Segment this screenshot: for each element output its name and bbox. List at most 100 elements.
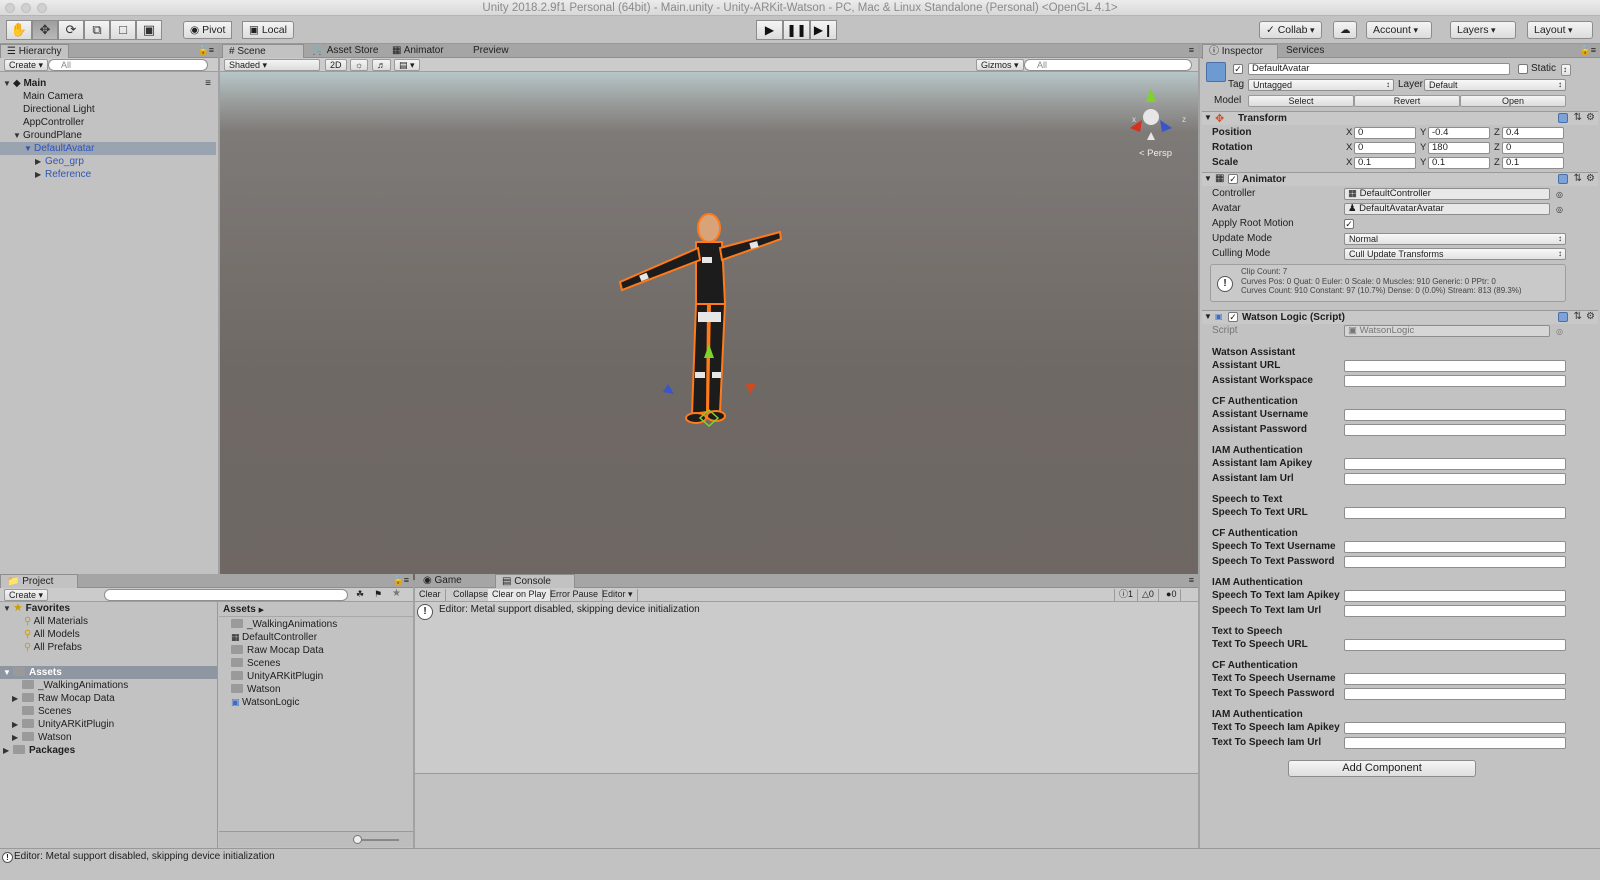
hierarchy-item-groundplane[interactable]: ▼ GroundPlane xyxy=(13,129,82,142)
tab-game[interactable]: ◉ Game xyxy=(417,574,495,588)
tab-scene[interactable]: # Scene xyxy=(222,44,304,59)
favorites-header[interactable]: ▼ ★ Favorites xyxy=(3,602,70,615)
apply-root-motion-checkbox[interactable]: ✓ xyxy=(1344,219,1354,229)
console-error-pause-toggle[interactable]: Error Pause xyxy=(546,589,604,601)
watson-enabled-checkbox[interactable]: ✓ xyxy=(1228,312,1238,322)
tree-raw-mocap-data[interactable]: ▶ Raw Mocap Data xyxy=(12,692,115,705)
shading-mode-dropdown[interactable]: Shaded xyxy=(224,59,320,71)
tab-project[interactable]: 📁 Project xyxy=(0,574,78,589)
close-window-button[interactable] xyxy=(5,3,15,13)
transform-scale-x-field[interactable]: 0.1 xyxy=(1354,157,1416,169)
text-input[interactable] xyxy=(1344,673,1566,685)
scene-search-input[interactable]: All xyxy=(1024,59,1192,71)
text-input[interactable] xyxy=(1344,409,1566,421)
asset-breadcrumb[interactable]: Assets ▶ xyxy=(223,603,264,616)
axis-z-label[interactable]: Z xyxy=(1494,127,1500,139)
text-input[interactable] xyxy=(1344,473,1566,485)
assets-root[interactable]: ▼ Assets xyxy=(0,666,217,679)
favorite-all-materials[interactable]: ⚲ All Materials xyxy=(24,615,88,628)
hierarchy-item-defaultavatar[interactable]: ▼ DefaultAvatar xyxy=(0,142,216,155)
text-input[interactable] xyxy=(1344,507,1566,519)
hierarchy-item-directional-light[interactable]: Directional Light xyxy=(23,103,95,116)
help-icon[interactable] xyxy=(1558,113,1568,123)
console-clear-on-play-toggle[interactable]: Clear on Play xyxy=(488,589,552,601)
model-revert-button[interactable]: Revert xyxy=(1354,95,1460,107)
text-input[interactable] xyxy=(1344,556,1566,568)
avatar-field[interactable]: ♟ DefaultAvatarAvatar xyxy=(1344,203,1550,215)
console-warning-count[interactable]: △0 xyxy=(1138,589,1159,601)
culling-mode-dropdown[interactable]: Cull Update Transforms xyxy=(1344,248,1566,260)
tree-scenes[interactable]: Scenes xyxy=(22,705,71,718)
text-input[interactable] xyxy=(1344,458,1566,470)
update-mode-dropdown[interactable]: Normal xyxy=(1344,233,1566,245)
hand-tool-icon[interactable]: ✋ xyxy=(6,20,32,40)
static-dropdown[interactable] xyxy=(1561,64,1571,76)
rect-tool-icon[interactable]: □ xyxy=(110,20,136,40)
collab-dropdown[interactable]: ✓ Collab xyxy=(1259,21,1322,39)
hierarchy-item-appcontroller[interactable]: AppController xyxy=(23,116,84,129)
axis-y-label[interactable]: Y xyxy=(1420,127,1426,139)
hierarchy-create-button[interactable]: Create xyxy=(4,59,49,71)
pivot-toggle[interactable]: ◉ Pivot xyxy=(183,21,233,39)
axis-z-label[interactable]: Z xyxy=(1494,142,1500,154)
asset-default-controller[interactable]: ▦ DefaultController xyxy=(231,631,317,644)
transform-rotation-x-field[interactable]: 0 xyxy=(1354,142,1416,154)
toggle-2d-button[interactable]: 2D xyxy=(325,59,347,71)
watson-logic-header[interactable]: ▼ ▣ ✓ Watson Logic (Script) ⇅ ⚙ xyxy=(1202,310,1598,324)
effects-toggle-icon[interactable]: ▤ xyxy=(394,59,420,71)
model-open-button[interactable]: Open xyxy=(1460,95,1566,107)
text-input[interactable] xyxy=(1344,590,1566,602)
scene-menu-icon[interactable]: ≡ xyxy=(205,77,211,90)
hierarchy-item-geo-grp[interactable]: ▶ Geo_grp xyxy=(35,155,84,168)
transform-tool-icon[interactable]: ▣ xyxy=(136,20,162,40)
axis-z-label[interactable]: Z xyxy=(1494,157,1500,169)
icon-size-slider-thumb[interactable] xyxy=(353,835,362,844)
active-checkbox[interactable]: ✓ xyxy=(1233,64,1243,74)
transform-header[interactable]: ▼ ✥ Transform ⇅ ⚙ xyxy=(1202,111,1598,125)
asset-watson[interactable]: Watson xyxy=(231,683,281,696)
help-icon[interactable] xyxy=(1558,312,1568,322)
layer-dropdown[interactable]: Default xyxy=(1424,79,1566,91)
console-log-count[interactable]: ⓘ1 xyxy=(1114,589,1139,601)
zoom-window-button[interactable] xyxy=(37,3,47,13)
local-toggle[interactable]: ▣ Local xyxy=(242,21,294,39)
preset-icon[interactable]: ⇅ xyxy=(1574,113,1582,123)
transform-position-y-field[interactable]: -0.4 xyxy=(1428,127,1490,139)
console-editor-dropdown[interactable]: Editor xyxy=(598,589,638,601)
text-input[interactable] xyxy=(1344,605,1566,617)
tree-walking-animations[interactable]: _WalkingAnimations xyxy=(22,679,128,692)
panel-menu-icon[interactable]: 🔒≡ xyxy=(198,45,214,56)
favorite-all-prefabs[interactable]: ⚲ All Prefabs xyxy=(24,641,82,654)
panel-menu-icon[interactable]: 🔒≡ xyxy=(393,575,409,586)
transform-scale-z-field[interactable]: 0.1 xyxy=(1502,157,1564,169)
transform-scale-y-field[interactable]: 0.1 xyxy=(1428,157,1490,169)
cloud-icon[interactable]: ☁ xyxy=(1333,21,1357,39)
axis-x-label[interactable]: X xyxy=(1346,142,1352,154)
add-component-button[interactable]: Add Component xyxy=(1288,760,1476,777)
tab-preview[interactable]: Preview xyxy=(467,44,515,58)
play-button[interactable]: ▶ xyxy=(756,20,783,40)
panel-menu-icon[interactable]: ≡ xyxy=(1189,575,1194,585)
transform-position-x-field[interactable]: 0 xyxy=(1354,127,1416,139)
asset-scenes[interactable]: Scenes xyxy=(231,657,280,670)
layout-dropdown[interactable]: Layout xyxy=(1527,21,1593,39)
tab-asset-store[interactable]: 🛒 Asset Store xyxy=(306,44,384,58)
panel-menu-icon[interactable]: 🔒≡ xyxy=(1580,45,1596,56)
console-error-count[interactable]: ●0 xyxy=(1162,589,1182,601)
asset-unityarkitplugin[interactable]: UnityARKitPlugin xyxy=(231,670,323,683)
tab-services[interactable]: Services xyxy=(1280,44,1330,58)
packages-root[interactable]: ▶ Packages xyxy=(3,744,75,757)
preset-icon[interactable]: ⇅ xyxy=(1574,312,1582,322)
status-message[interactable]: Editor: Metal support disabled, skipping… xyxy=(14,851,275,862)
preset-icon[interactable]: ⇅ xyxy=(1574,174,1582,184)
object-name-field[interactable]: DefaultAvatar xyxy=(1248,63,1510,75)
hierarchy-item-reference[interactable]: ▶ Reference xyxy=(35,168,91,181)
minimize-window-button[interactable] xyxy=(21,3,31,13)
pause-button[interactable]: ❚❚ xyxy=(783,20,810,40)
asset-watson-logic[interactable]: ▣ WatsonLogic xyxy=(231,696,299,709)
gizmos-dropdown[interactable]: Gizmos xyxy=(976,59,1024,71)
axis-x-label[interactable]: X xyxy=(1346,157,1352,169)
gear-icon[interactable]: ⚙ xyxy=(1586,174,1595,184)
favorite-all-models[interactable]: ⚲ All Models xyxy=(24,628,80,641)
console-clear-button[interactable]: Clear xyxy=(415,589,446,601)
